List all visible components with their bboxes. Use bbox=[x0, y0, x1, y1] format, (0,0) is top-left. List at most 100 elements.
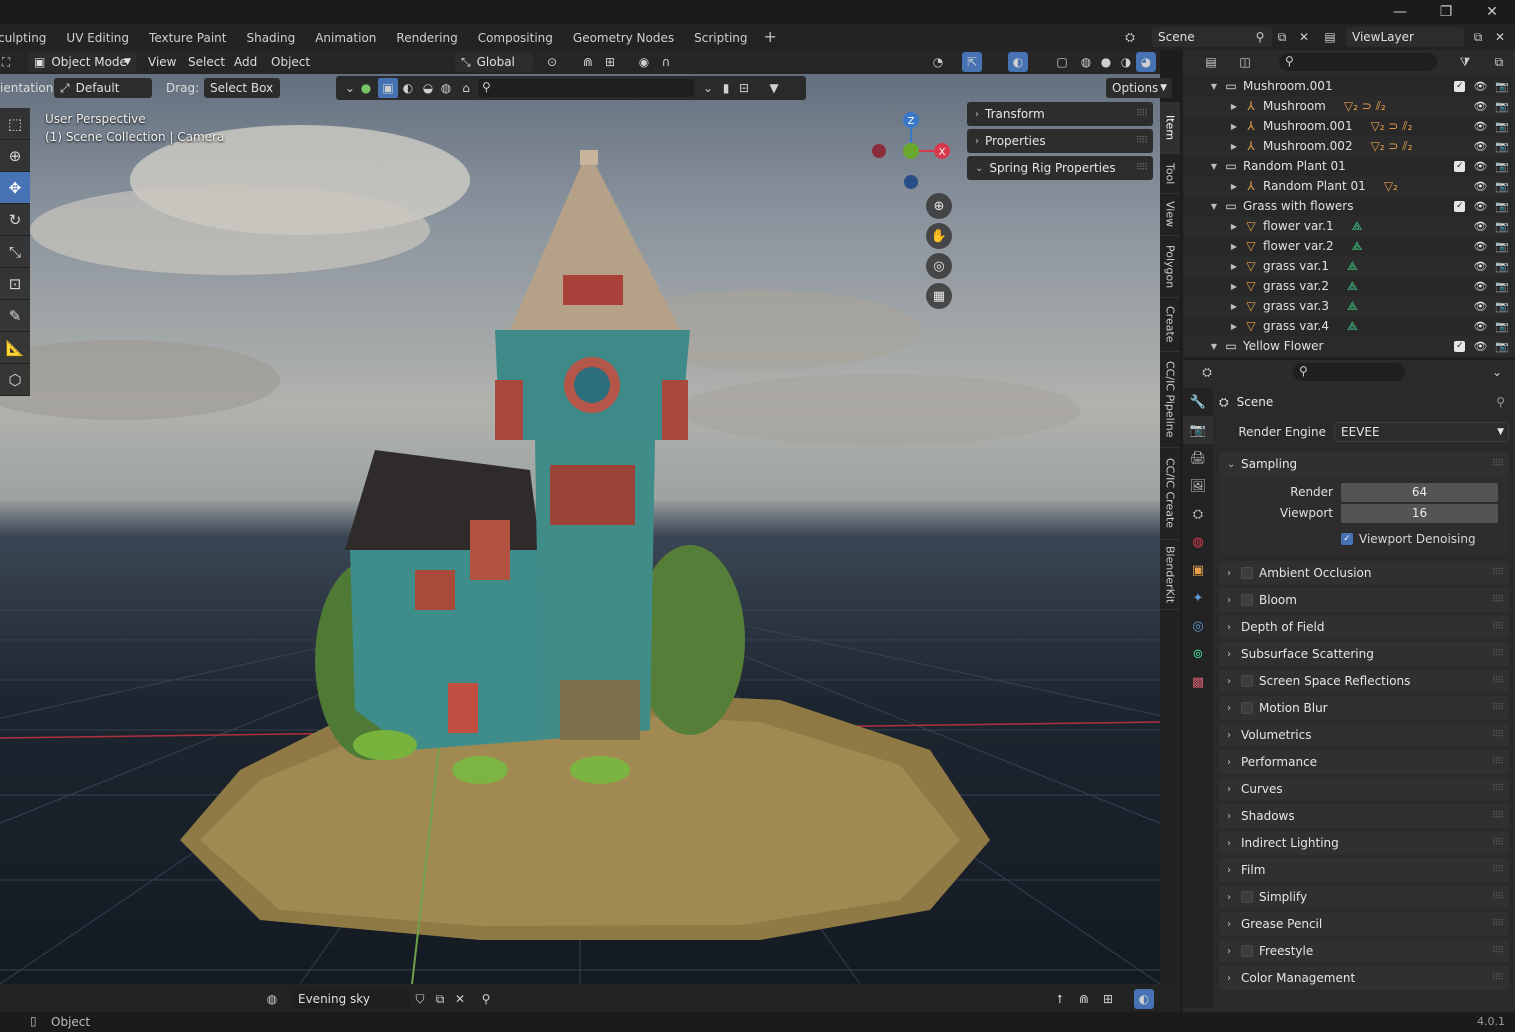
pivot-icon[interactable]: ⊙ bbox=[542, 52, 562, 72]
sidebar-tab-item[interactable]: Item bbox=[1160, 102, 1180, 154]
render-camera-icon[interactable]: 📷 bbox=[1495, 80, 1509, 93]
render-camera-icon[interactable]: 📷 bbox=[1495, 120, 1509, 133]
modifier-tab-icon[interactable]: ✦ bbox=[1183, 584, 1213, 612]
eye-icon[interactable]: 👁 bbox=[1473, 200, 1487, 213]
panel-header-motion-blur[interactable]: › Motion Blur ⠿⠿ bbox=[1219, 696, 1509, 720]
render-camera-icon[interactable]: 📷 bbox=[1495, 320, 1509, 333]
sphere-icon[interactable]: ◐ bbox=[398, 78, 418, 98]
wireframe-shading-icon[interactable]: ◍ bbox=[1076, 52, 1096, 72]
delete-view-layer-icon[interactable]: ✕ bbox=[1490, 27, 1510, 47]
panel-enable-checkbox[interactable] bbox=[1241, 945, 1253, 957]
filter-icon[interactable]: ▼ bbox=[764, 78, 784, 98]
outliner-row[interactable]: ▶ ▽ flower var.2 ⟁ 👁 📷 bbox=[1183, 236, 1515, 256]
unlink-icon[interactable]: ✕ bbox=[450, 989, 470, 1009]
drag-grip-icon[interactable]: ⠿⠿ bbox=[1492, 946, 1504, 956]
editor-type-icon[interactable]: ▤ bbox=[1201, 52, 1221, 72]
expand-closed-icon[interactable]: ▶ bbox=[1229, 302, 1239, 311]
view-layer-icon[interactable]: ▤ bbox=[1320, 27, 1340, 47]
pin-icon[interactable]: ⚲ bbox=[1250, 27, 1270, 47]
transform-orientation-dropdown[interactable]: ⤡ Global bbox=[455, 52, 533, 72]
menu-view[interactable]: View bbox=[148, 50, 176, 74]
drag-grip-icon[interactable]: ⠿⠿ bbox=[1492, 676, 1504, 686]
drag-grip-icon[interactable]: ⠿⠿ bbox=[1492, 703, 1504, 713]
spring-rig-panel-header[interactable]: ⌄ Spring Rig Properties ⠿⠿ bbox=[967, 156, 1153, 180]
render-camera-icon[interactable]: 📷 bbox=[1495, 200, 1509, 213]
panel-enable-checkbox[interactable] bbox=[1241, 891, 1253, 903]
data-tab-icon[interactable]: ⊚ bbox=[1183, 640, 1213, 668]
render-camera-icon[interactable]: 📷 bbox=[1495, 300, 1509, 313]
outliner-row[interactable]: ▶ ⅄ Mushroom.002 ▽₂ ⊃ ⫽₂ 👁 📷 bbox=[1183, 136, 1515, 156]
rendered-shading-icon[interactable]: ◕ bbox=[1136, 52, 1156, 72]
material-shading-icon[interactable]: ◑ bbox=[1116, 52, 1136, 72]
eye-icon[interactable]: 👁 bbox=[1473, 100, 1487, 113]
expand-open-icon[interactable]: ▼ bbox=[1209, 342, 1219, 351]
falloff-icon[interactable]: ∩ bbox=[656, 52, 676, 72]
y-axis-handle[interactable] bbox=[903, 143, 919, 159]
tab-compositing[interactable]: Compositing bbox=[468, 24, 563, 50]
eye-icon[interactable]: 👁 bbox=[1473, 160, 1487, 173]
panel-header-screen-space-reflections[interactable]: › Screen Space Reflections ⠿⠿ bbox=[1219, 669, 1509, 693]
orientation-dropdown[interactable]: ⤢ Default bbox=[54, 78, 152, 98]
tab-texture-paint[interactable]: Texture Paint bbox=[139, 24, 236, 50]
render-camera-icon[interactable]: 📷 bbox=[1495, 100, 1509, 113]
outliner-row[interactable]: ▼ ▭ Mushroom.001 ✓ 👁 📷 bbox=[1183, 76, 1515, 96]
outliner-row[interactable]: ▶ ▽ grass var.3 ⟁ 👁 📷 bbox=[1183, 296, 1515, 316]
neg-x-axis-handle[interactable] bbox=[872, 144, 886, 158]
physics-tab-icon[interactable]: ◎ bbox=[1183, 612, 1213, 640]
panel-enable-checkbox[interactable] bbox=[1241, 567, 1253, 579]
proportional-edit-icon[interactable]: ◉ bbox=[634, 52, 654, 72]
panel-header-shadows[interactable]: › Shadows ⠿⠿ bbox=[1219, 804, 1509, 828]
panel-header-subsurface-scattering[interactable]: › Subsurface Scattering ⠿⠿ bbox=[1219, 642, 1509, 666]
expand-closed-icon[interactable]: ▶ bbox=[1229, 222, 1239, 231]
exclude-checkbox[interactable]: ✓ bbox=[1454, 80, 1466, 92]
expand-open-icon[interactable]: ▼ bbox=[1209, 202, 1219, 211]
expand-closed-icon[interactable]: ▶ bbox=[1229, 122, 1239, 131]
outliner-row[interactable]: ▼ ▭ Random Plant 01 ✓ 👁 📷 bbox=[1183, 156, 1515, 176]
tab-sculpting[interactable]: culpting bbox=[0, 24, 56, 50]
sidebar-tab-create[interactable]: Create bbox=[1160, 298, 1180, 352]
tab-uv-editing[interactable]: UV Editing bbox=[56, 24, 139, 50]
eye-icon[interactable]: 👁 bbox=[1473, 220, 1487, 233]
new-collection-icon[interactable]: ⧉ bbox=[1489, 52, 1509, 72]
drag-grip-icon[interactable]: ⠿⠿ bbox=[1492, 757, 1504, 767]
object-tab-icon[interactable]: ▣ bbox=[1183, 556, 1213, 584]
world-tab-icon[interactable]: ◍ bbox=[1183, 528, 1213, 556]
tab-shading[interactable]: Shading bbox=[236, 24, 305, 50]
outliner-row[interactable]: ▶ ⅄ Random Plant 01 ▽₂ 👁 📷 bbox=[1183, 176, 1515, 196]
drag-grip-icon[interactable]: ⠿⠿ bbox=[1492, 459, 1504, 469]
exclude-checkbox[interactable]: ✓ bbox=[1454, 160, 1466, 172]
delete-scene-icon[interactable]: ✕ bbox=[1294, 27, 1314, 47]
display-mode-icon[interactable]: ◫ bbox=[1235, 52, 1255, 72]
render-camera-icon[interactable]: 📷 bbox=[1495, 160, 1509, 173]
view-layer-tab-icon[interactable]: 🖼 bbox=[1183, 472, 1213, 500]
xray-icon[interactable]: ▢ bbox=[1052, 52, 1072, 72]
texture-tab-icon[interactable]: ▩ bbox=[1183, 668, 1213, 696]
visibility-icon[interactable]: ◔ bbox=[928, 52, 948, 72]
eye-icon[interactable]: 👁 bbox=[1473, 260, 1487, 273]
transform-tool-icon[interactable]: ⊡ bbox=[0, 268, 30, 300]
render-camera-icon[interactable]: 📷 bbox=[1495, 280, 1509, 293]
viewport-samples-field[interactable]: 16 bbox=[1341, 503, 1498, 523]
view-layer-selector[interactable]: ViewLayer bbox=[1346, 27, 1464, 47]
pin-icon[interactable]: ⚲ bbox=[1496, 395, 1505, 409]
panel-header-simplify[interactable]: › Simplify ⠿⠿ bbox=[1219, 885, 1509, 909]
fake-user-shield-icon[interactable]: ⛉ bbox=[410, 989, 430, 1009]
properties-panel-header[interactable]: › Properties ⠿⠿ bbox=[967, 129, 1153, 153]
expand-closed-icon[interactable]: ▶ bbox=[1229, 142, 1239, 151]
panel-header-bloom[interactable]: › Bloom ⠿⠿ bbox=[1219, 588, 1509, 612]
3d-viewport[interactable] bbox=[0, 50, 1160, 984]
drag-dropdown[interactable]: Select Box bbox=[204, 78, 280, 98]
render-camera-icon[interactable]: 📷 bbox=[1495, 240, 1509, 253]
scene-tab-icon[interactable]: ⛭ bbox=[1183, 500, 1213, 528]
world-icon[interactable]: ◍ bbox=[262, 989, 282, 1009]
annotate-tool-icon[interactable]: ✎ bbox=[0, 300, 30, 332]
ortho-grid-icon[interactable]: ▦ bbox=[926, 283, 952, 309]
new-scene-icon[interactable]: ⧉ bbox=[1272, 27, 1292, 47]
outliner-row[interactable]: ▶ ⅄ Mushroom.001 ▽₂ ⊃ ⫽₂ 👁 📷 bbox=[1183, 116, 1515, 136]
move-tool-icon[interactable]: ✥ bbox=[0, 172, 30, 204]
tab-scripting[interactable]: Scripting bbox=[684, 24, 757, 50]
outliner-row[interactable]: ▼ ▭ Grass with flowers ✓ 👁 📷 bbox=[1183, 196, 1515, 216]
drag-grip-icon[interactable]: ⠿⠿ bbox=[1492, 865, 1504, 875]
asset-search-input[interactable]: ⚲ bbox=[478, 79, 694, 97]
editor-type-icon[interactable]: ⛭ bbox=[1197, 362, 1217, 382]
